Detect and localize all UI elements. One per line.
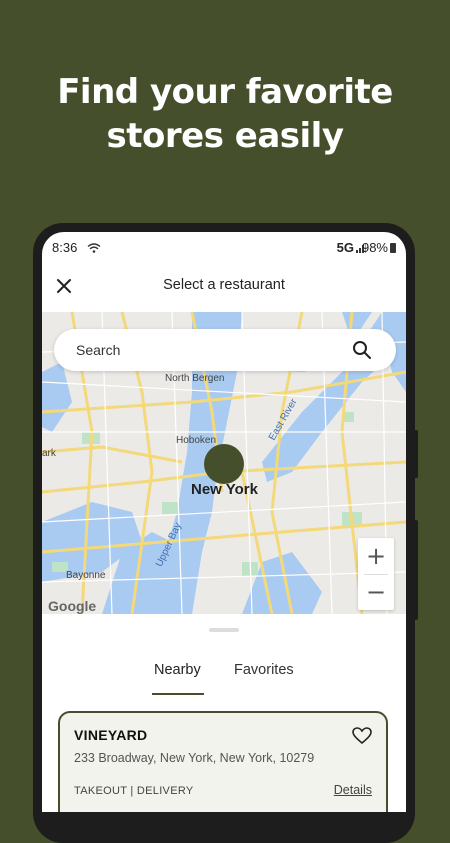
search-icon[interactable] [352,340,372,364]
restaurant-name: VINEYARD [74,727,148,743]
details-link[interactable]: Details [334,783,372,797]
sheet-drag-handle[interactable] [209,628,239,632]
map-label-park: ark [42,448,56,459]
bottom-sheet: Nearby Favorites VINEYARD 233 Broadway, … [42,614,406,812]
page-title: Select a restaurant [163,277,285,293]
zoom-control: + − [358,538,394,610]
heart-outline-icon [352,727,372,745]
tab-active-indicator [152,693,204,695]
battery-level: 98% [361,240,388,255]
search-input[interactable]: Search [76,342,120,358]
restaurant-services: TAKEOUT | DELIVERY [74,785,194,797]
map-view[interactable]: North Bergen Hoboken ark New York Bayonn… [42,312,406,614]
map-label-bayonne: Bayonne [66,570,106,581]
phone-screen: 8:36 5G 98% Select a restaurant North Be… [42,232,406,812]
tab-nearby[interactable]: Nearby [154,662,201,678]
zoom-out-button[interactable]: − [358,574,394,610]
phone-volume-button [414,430,418,478]
promo-headline-line2: stores easily [106,116,344,156]
wifi-icon [87,241,101,256]
zoom-in-button[interactable]: + [358,538,394,574]
location-pin[interactable] [204,444,244,484]
promo-headline-line1: Find your favorite [57,72,393,112]
phone-power-button [414,520,418,620]
app-bar: Select a restaurant [42,268,406,304]
map-attribution: Google [48,598,97,614]
battery-icon [390,243,396,253]
status-battery: 98% [362,240,396,255]
map-label-hoboken: Hoboken [176,435,217,446]
tab-favorites[interactable]: Favorites [234,662,294,678]
map-label-north-bergen: North Bergen [165,373,225,384]
status-network: 5G [336,240,354,255]
status-bar: 8:36 5G 98% [42,232,406,262]
search-bar[interactable]: Search [54,329,396,371]
restaurant-address: 233 Broadway, New York, New York, 10279 [74,751,315,765]
restaurant-card[interactable]: VINEYARD 233 Broadway, New York, New Yor… [58,711,388,812]
status-time: 8:36 [52,240,78,255]
promo-headline: Find your favorite stores easily [0,70,450,158]
favorite-button[interactable] [352,727,372,749]
